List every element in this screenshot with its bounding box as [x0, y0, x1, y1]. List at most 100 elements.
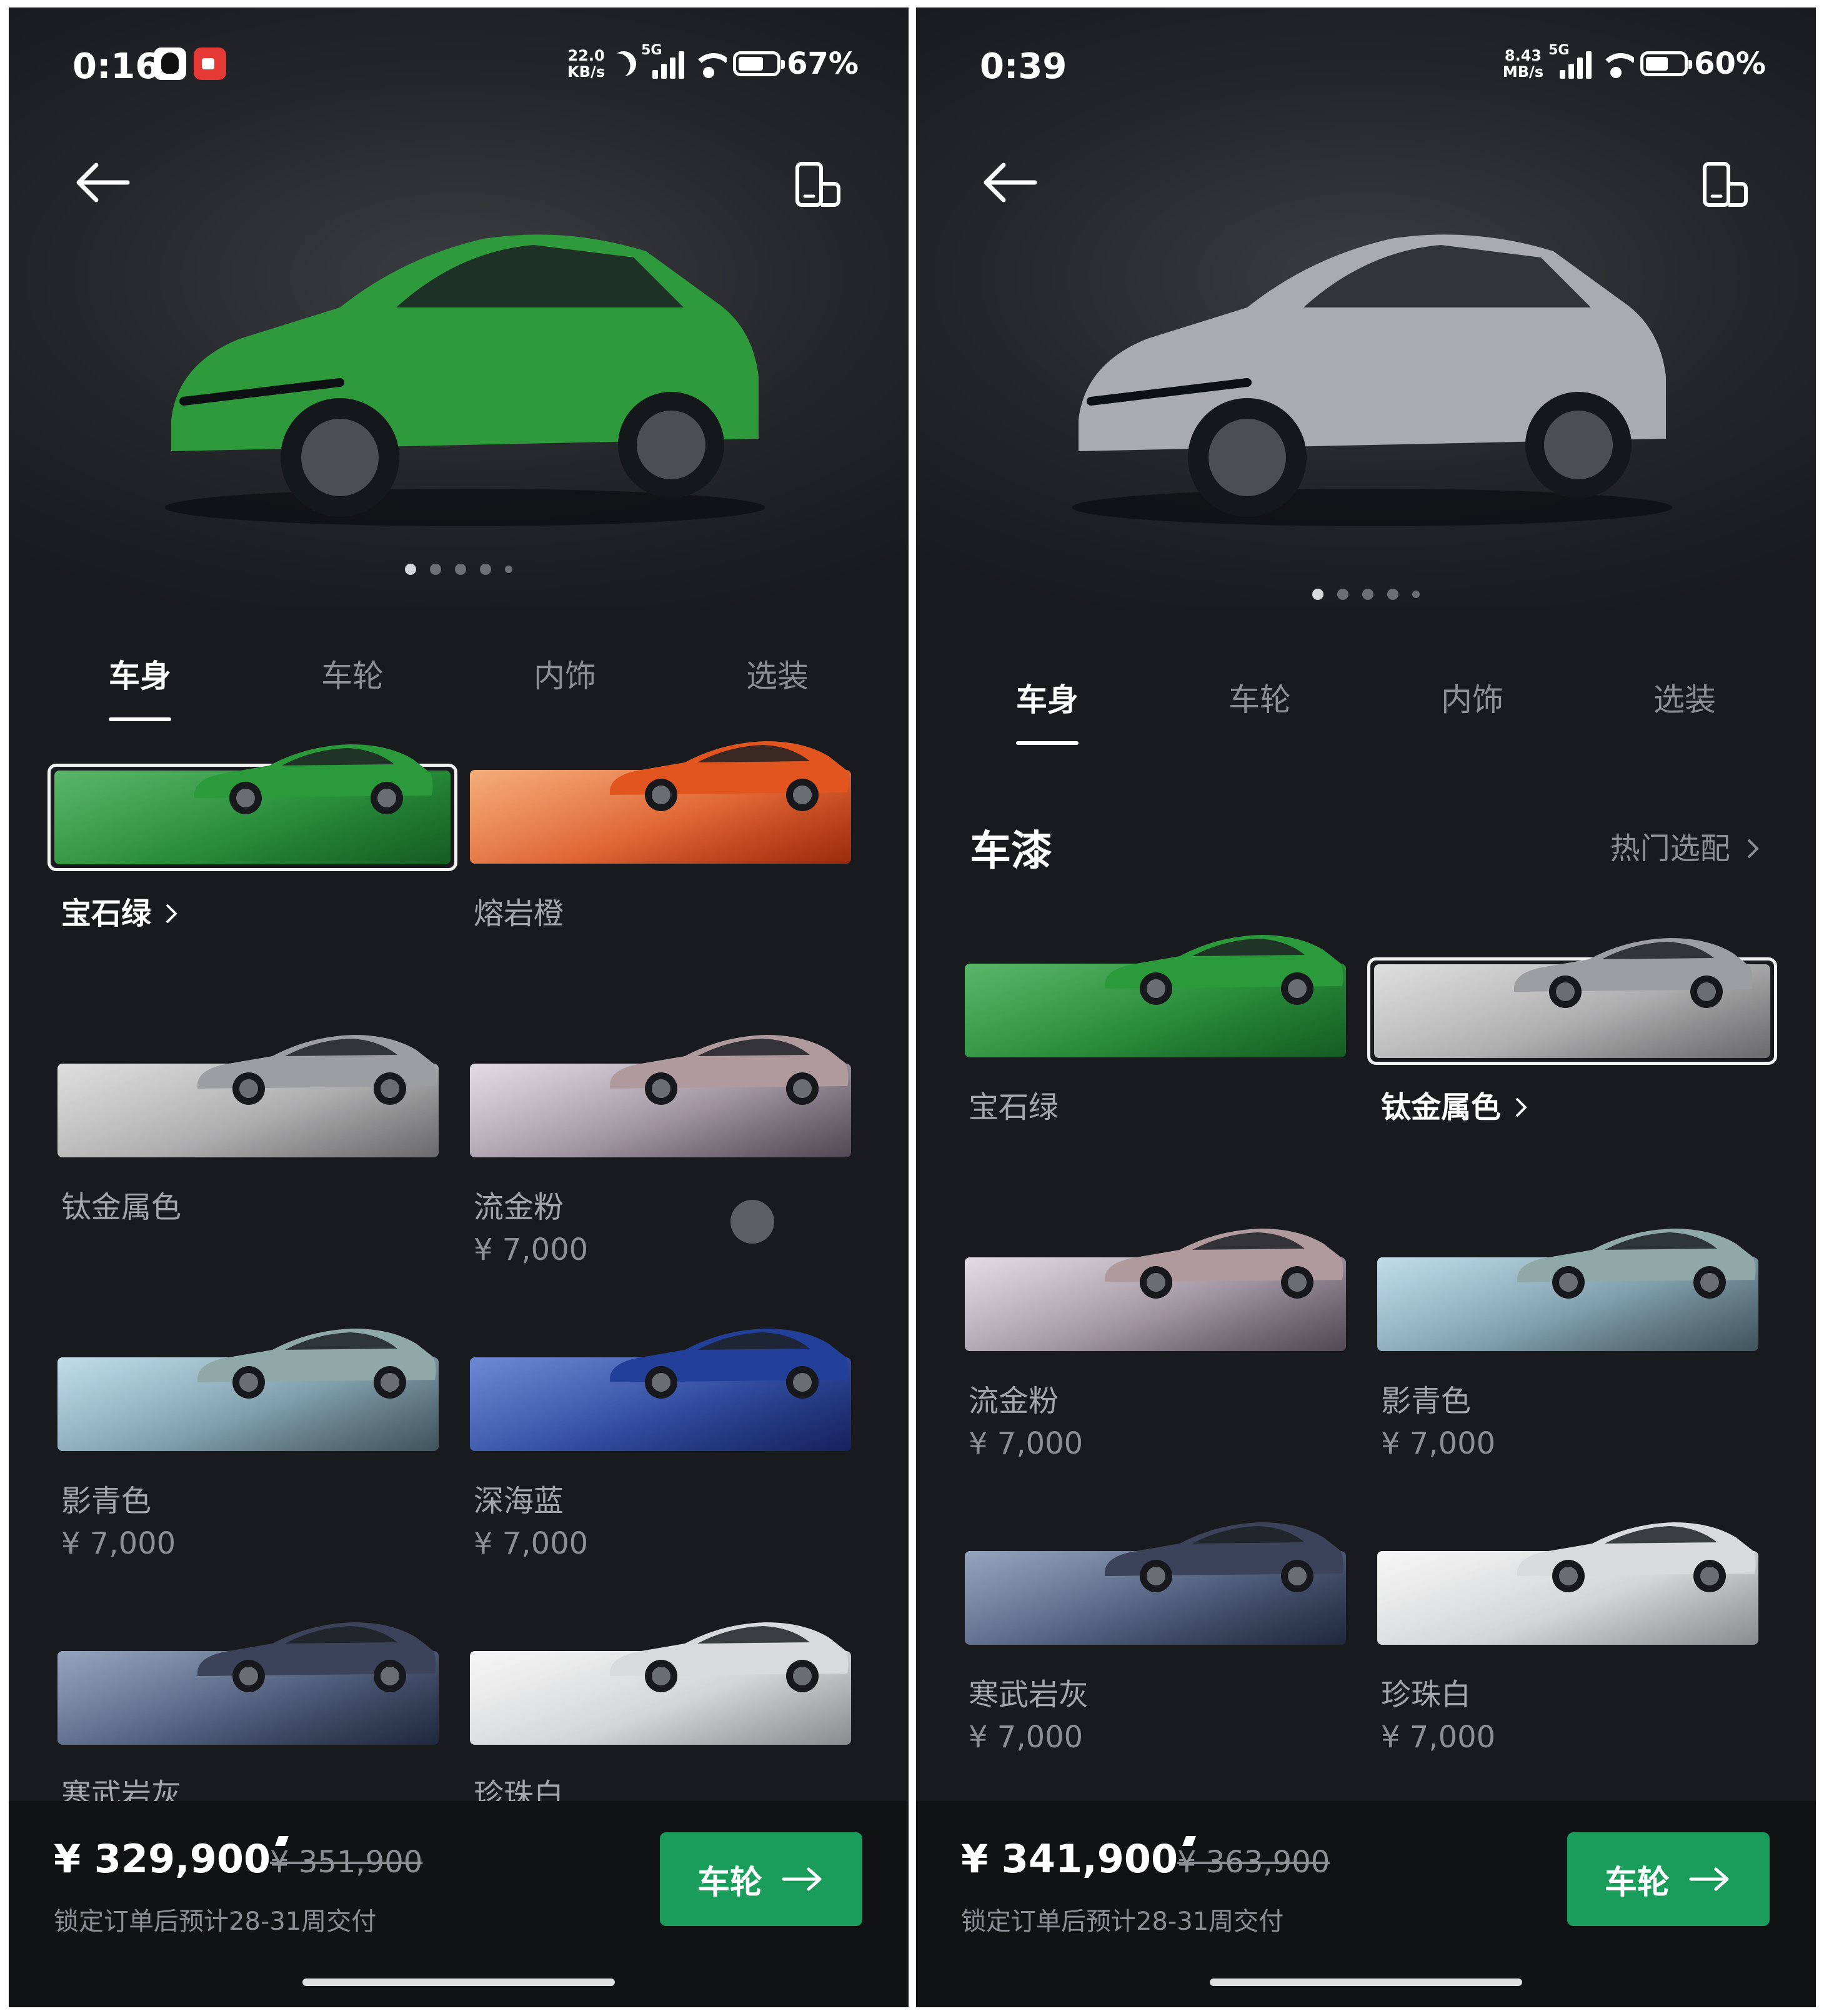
status-time: 0:39 [980, 46, 1067, 87]
back-button[interactable] [71, 157, 134, 207]
color-swatch-frame [466, 1326, 864, 1457]
next-step-button[interactable]: 车轮 [660, 1832, 862, 1926]
network-speed: 22.0 KB/s [567, 47, 606, 81]
original-price: ¥ 351,900 [270, 1845, 423, 1880]
color-option[interactable]: 深海蓝 ¥ 7,000 [466, 1326, 864, 1620]
car-side-image [194, 744, 433, 814]
car-side-image [1105, 1229, 1343, 1299]
chevron-right-icon [1515, 1097, 1527, 1117]
color-price: ¥ 7,000 [474, 1232, 589, 1267]
wifi-icon [690, 49, 727, 78]
color-option[interactable]: 流金粉 ¥ 7,000 [466, 1032, 864, 1326]
carousel-dot[interactable] [455, 564, 466, 575]
color-swatch-frame [466, 739, 864, 870]
back-button[interactable] [979, 157, 1041, 207]
color-name: 熔岩橙 [474, 896, 564, 931]
carousel-dot[interactable] [480, 564, 491, 575]
color-price: ¥ 7,000 [969, 1426, 1084, 1461]
carousel-dot[interactable] [1412, 591, 1420, 598]
car-side-image [197, 1622, 436, 1692]
home-indicator[interactable] [302, 1979, 615, 1986]
color-option[interactable]: 珍珠白 ¥ 7,000 [1373, 1520, 1771, 1814]
color-option[interactable]: 熔岩橙 [466, 739, 864, 1032]
carousel-dot[interactable] [430, 564, 441, 575]
carousel-dots[interactable] [9, 564, 909, 575]
bottom-price-bar: ¥ 341,900 ¥ 363,900 锁定订单后预计28-31周交付 车轮 [916, 1801, 1816, 2007]
car-side-image [610, 741, 849, 811]
color-option[interactable]: 钛金属色 [54, 1032, 451, 1326]
color-option[interactable]: 影青色 ¥ 7,000 [54, 1326, 451, 1620]
arrow-right-icon [1689, 1867, 1729, 1891]
screen-right: 0:39 8.43 MB/s 5G 60% 车身 车轮 内饰 选装 车漆 热门选… [916, 7, 1816, 2007]
color-name: 深海蓝 [474, 1484, 564, 1519]
carousel-dot[interactable] [1312, 589, 1323, 600]
color-name: 流金粉 [474, 1190, 564, 1225]
tab-body[interactable]: 车身 [972, 675, 1122, 745]
color-swatch-frame [961, 1226, 1358, 1357]
current-price: ¥ 341,900 [961, 1836, 1197, 1882]
carousel-dot[interactable] [1387, 589, 1398, 600]
next-step-button[interactable]: 车轮 [1567, 1832, 1770, 1926]
color-option[interactable]: 流金粉 ¥ 7,000 [961, 1226, 1358, 1520]
color-price: ¥ 7,000 [1381, 1720, 1496, 1755]
color-swatch-frame [466, 1620, 864, 1751]
carousel-dots[interactable] [916, 589, 1816, 600]
color-swatch-frame [466, 1032, 864, 1164]
color-name: 宝石绿 [61, 889, 181, 932]
color-swatch-frame [1367, 938, 1777, 1065]
color-swatch-frame [961, 932, 1358, 1064]
delivery-estimate: 锁定订单后预计28-31周交付 [961, 1907, 1284, 1936]
color-option[interactable]: 钛金属色 [1367, 932, 1777, 1226]
color-price: ¥ 7,000 [61, 1526, 176, 1561]
chevron-right-icon [166, 904, 177, 924]
arrow-left-icon [76, 162, 130, 202]
tab-interior[interactable]: 内饰 [490, 651, 640, 721]
color-grid: 宝石绿 钛金属色 流金粉 ¥ 7,000 影青色 ¥ 7,000 寒武岩灰 ¥ 7,000 珍… [961, 932, 1777, 1814]
delivery-estimate: 锁定订单后预计28-31周交付 [54, 1907, 377, 1936]
tab-body[interactable]: 车身 [65, 651, 215, 721]
car-side-image [1514, 938, 1753, 1008]
carousel-dot[interactable] [1362, 589, 1373, 600]
car-side-image [1105, 1522, 1343, 1592]
color-price: ¥ 7,000 [474, 1526, 589, 1561]
color-price: ¥ 7,000 [1381, 1426, 1496, 1461]
carousel-dot[interactable] [405, 564, 416, 575]
color-name: 寒武岩灰 [969, 1677, 1089, 1712]
car-side-image [610, 1329, 849, 1399]
phone-rotate-icon [795, 162, 840, 207]
color-price: ¥ 7,000 [969, 1720, 1084, 1755]
touch-indicator [730, 1200, 774, 1244]
color-option[interactable]: 影青色 ¥ 7,000 [1373, 1226, 1771, 1520]
config-tabs: 车身 车轮 内饰 选装 [65, 651, 852, 721]
phone-rotate-icon [1703, 162, 1748, 207]
view-on-phone-button[interactable] [1697, 157, 1753, 214]
screen-left: 0:16 22.0 KB/s 5G 67% 车身 车轮 内饰 选装 宝石绿 熔岩… [9, 7, 909, 2007]
carousel-dot[interactable] [505, 566, 512, 573]
car-side-image [197, 1035, 436, 1105]
car-side-image [1105, 935, 1343, 1005]
view-on-phone-button[interactable] [790, 157, 846, 214]
battery-icon [733, 51, 785, 76]
car-side-image [610, 1622, 849, 1692]
color-option[interactable]: 宝石绿 [47, 739, 457, 1032]
bottom-price-bar: ¥ 329,900 ¥ 351,900 锁定订单后预计28-31周交付 车轮 [9, 1801, 909, 2007]
color-option[interactable]: 寒武岩灰 ¥ 7,000 [961, 1520, 1358, 1814]
tab-options[interactable]: 选装 [1610, 675, 1760, 745]
hero-car-image [1072, 234, 1672, 526]
wifi-icon [1598, 49, 1635, 78]
car-side-image [197, 1329, 436, 1399]
status-time: 0:16 [72, 46, 160, 87]
color-name: 宝石绿 [969, 1090, 1059, 1125]
color-option[interactable]: 宝石绿 [961, 932, 1358, 1226]
popular-options-link[interactable]: 热门选配 [1610, 824, 1762, 867]
carousel-dot[interactable] [1337, 589, 1348, 600]
tab-options[interactable]: 选装 [702, 651, 852, 721]
color-name: 钛金属色 [1381, 1082, 1530, 1126]
network-speed: 8.43 MB/s [1502, 47, 1544, 81]
tab-wheels[interactable]: 车轮 [277, 651, 427, 721]
color-name: 影青色 [61, 1484, 152, 1519]
home-indicator[interactable] [1210, 1979, 1522, 1986]
tab-interior[interactable]: 内饰 [1397, 675, 1547, 745]
tab-wheels[interactable]: 车轮 [1185, 675, 1335, 745]
original-price: ¥ 363,900 [1177, 1845, 1330, 1880]
